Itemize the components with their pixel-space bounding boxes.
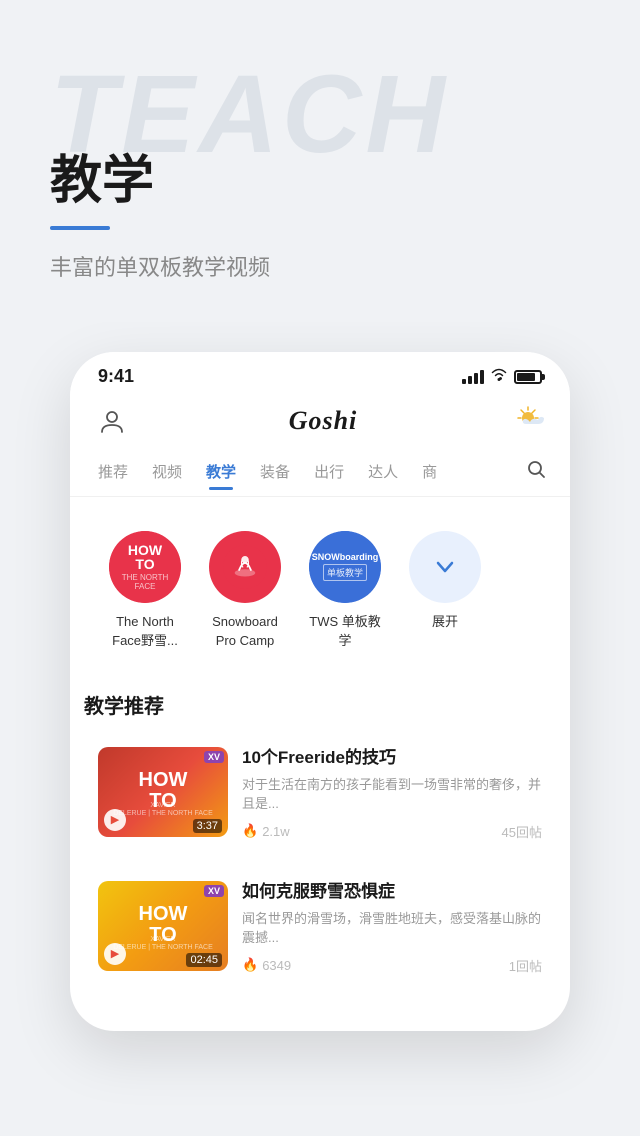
northface-icon: HOWTO THE NORTH FACE — [109, 531, 181, 603]
battery-icon — [514, 370, 542, 384]
video-card-2[interactable]: HOW TO XAVIERDELERUE | THE NORTH FACE XV… — [84, 867, 556, 989]
tab-recommend[interactable]: 推荐 — [86, 453, 140, 490]
app-logo: Goshi — [289, 406, 358, 436]
status-time: 9:41 — [98, 366, 134, 387]
video-info-1: 10个Freeride的技巧 对于生活在南方的孩子能看到一场雪非常的奢侈，并且是… — [242, 747, 542, 841]
xv-badge-2: XV — [204, 885, 224, 897]
duration-2: 02:45 — [186, 953, 222, 967]
fire-icon-1: 🔥 — [242, 823, 258, 839]
video-card-1[interactable]: HOW TO XAVIERDELERUE | THE NORTH FACE XV… — [84, 733, 556, 855]
category-list: HOWTO THE NORTH FACE The NorthFace野雪... — [100, 531, 540, 649]
app-header: Goshi — [70, 393, 570, 447]
snowboard-icon — [209, 531, 281, 603]
category-item-snowboard[interactable]: SnowboardPro Camp — [200, 531, 290, 649]
tab-expert[interactable]: 达人 — [356, 453, 410, 490]
xv-badge-1: XV — [204, 751, 224, 763]
wifi-icon — [490, 367, 508, 386]
category-item-tws[interactable]: SNOWboarding 单板教学 TWS 单板教学 — [300, 531, 390, 649]
video-meta-1: 🔥 2.1w 45回帖 — [242, 822, 542, 841]
category-item-northface[interactable]: HOWTO THE NORTH FACE The NorthFace野雪... — [100, 531, 190, 649]
expand-icon — [409, 531, 481, 603]
video-comments-1: 45回帖 — [502, 822, 542, 841]
play-button-1[interactable]: ▶ — [104, 809, 126, 831]
video-title-1: 10个Freeride的技巧 — [242, 747, 542, 769]
signal-icon — [462, 370, 484, 384]
nav-tabs: 推荐 视频 教学 装备 出行 达人 商 — [70, 447, 570, 497]
video-info-2: 如何克服野雪恐惧症 闻名世界的滑雪场，滑雪胜地班夫，感受落基山脉的震撼... 🔥… — [242, 881, 542, 975]
tws-icon: SNOWboarding 单板教学 — [309, 531, 381, 603]
tab-teach[interactable]: 教学 — [194, 453, 248, 490]
hero-subtitle: 丰富的单双板教学视频 — [50, 250, 590, 282]
video-views-2: 🔥 6349 — [242, 957, 291, 973]
weather-icon[interactable] — [516, 405, 546, 437]
status-bar: 9:41 — [70, 352, 570, 393]
tab-travel[interactable]: 出行 — [302, 453, 356, 490]
recommend-section: 教学推荐 HOW TO XAVIERDELERUE | THE NORTH FA… — [70, 670, 570, 989]
category-section: HOWTO THE NORTH FACE The NorthFace野雪... — [84, 511, 556, 669]
video-meta-2: 🔥 6349 1回帖 — [242, 956, 542, 975]
video-title-2: 如何克服野雪恐惧症 — [242, 881, 542, 903]
tab-video[interactable]: 视频 — [140, 453, 194, 490]
search-icon[interactable] — [518, 451, 554, 492]
video-thumb-1: HOW TO XAVIERDELERUE | THE NORTH FACE XV… — [98, 747, 228, 837]
northface-label: The NorthFace野雪... — [112, 613, 178, 649]
tab-shop[interactable]: 商 — [410, 453, 449, 490]
avatar-icon[interactable] — [94, 403, 130, 439]
phone-wrapper: 9:41 — [0, 352, 640, 1031]
fire-icon-2: 🔥 — [242, 957, 258, 973]
snowboard-label: SnowboardPro Camp — [212, 613, 278, 649]
category-item-expand[interactable]: 展开 — [400, 531, 490, 631]
video-thumb-2: HOW TO XAVIERDELERUE | THE NORTH FACE XV… — [98, 881, 228, 971]
play-button-2[interactable]: ▶ — [104, 943, 126, 965]
video-comments-2: 1回帖 — [509, 956, 542, 975]
hero-underline — [50, 226, 110, 230]
phone-mockup: 9:41 — [70, 352, 570, 1031]
hero-section: TEACH 教学 丰富的单双板教学视频 — [0, 0, 640, 322]
video-desc-1: 对于生活在南方的孩子能看到一场雪非常的奢侈，并且是... — [242, 775, 542, 814]
tab-gear[interactable]: 装备 — [248, 453, 302, 490]
recommend-title: 教学推荐 — [84, 690, 556, 719]
expand-label: 展开 — [432, 613, 458, 631]
video-desc-2: 闻名世界的滑雪场，滑雪胜地班夫，感受落基山脉的震撼... — [242, 909, 542, 948]
video-views-1: 🔥 2.1w — [242, 823, 290, 839]
duration-1: 3:37 — [193, 819, 222, 833]
status-icons — [462, 367, 542, 386]
tws-label: TWS 单板教学 — [309, 613, 381, 649]
